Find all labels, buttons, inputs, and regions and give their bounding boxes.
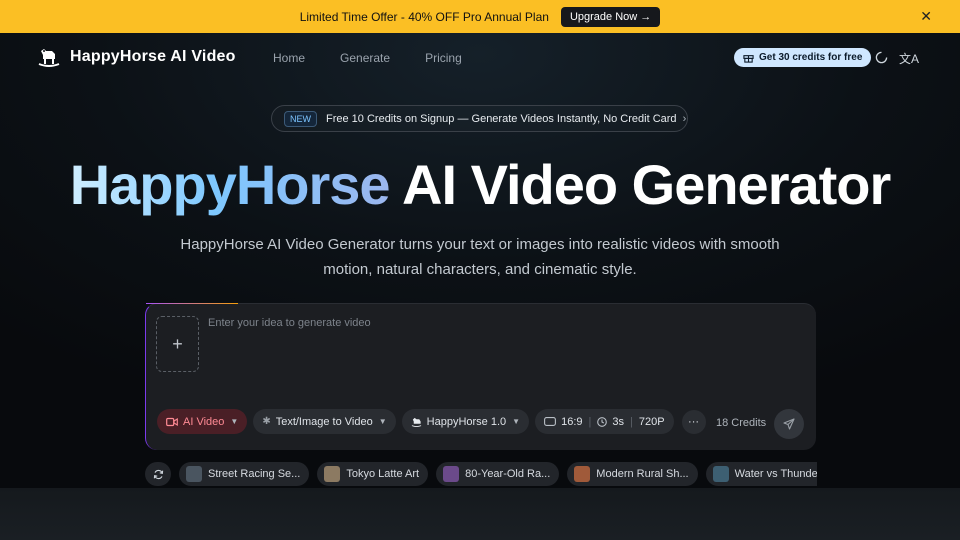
mode-label: AI Video	[183, 415, 225, 428]
new-badge: NEW	[284, 110, 317, 127]
nav-generate[interactable]: Generate	[340, 51, 390, 65]
aspect-ratio-value: 16:9	[561, 415, 583, 428]
title-rest: AI Video Generator	[389, 153, 891, 216]
video-settings-button[interactable]: 16:9 | 3s | 720P	[535, 409, 674, 434]
language-icon[interactable]: 文A	[899, 50, 919, 67]
prompt-composer: + AI Video ▼ ✱ Text/Image to Video ▼ Hap…	[145, 303, 816, 450]
sample-thumbnail	[324, 466, 341, 482]
sample-label: Street Racing Se...	[208, 468, 301, 480]
sparkle-icon: ✱	[262, 416, 271, 427]
page-title: HappyHorse AI Video Generator	[0, 152, 960, 217]
top-nav: HappyHorse AI Video Home Generate Pricin…	[0, 33, 960, 83]
chevron-right-icon: ›	[682, 112, 687, 125]
sample-label: Water vs Thunde...	[734, 468, 817, 480]
sample-chip[interactable]: Modern Rural Sh...	[567, 462, 698, 486]
brand[interactable]: HappyHorse AI Video	[37, 45, 236, 69]
video-camera-icon	[166, 417, 178, 426]
sample-chip[interactable]: 80-Year-Old Ra...	[436, 462, 560, 486]
upgrade-now-button[interactable]: Upgrade Now →	[560, 6, 661, 27]
credit-cost: 18 Credits	[716, 417, 767, 429]
sample-label: 80-Year-Old Ra...	[465, 468, 551, 480]
model-label: HappyHorse 1.0	[426, 415, 507, 428]
hero-subtitle: HappyHorse AI Video Generator turns your…	[180, 236, 780, 278]
generation-type-select[interactable]: ✱ Text/Image to Video ▼	[253, 409, 396, 434]
more-options-button[interactable]: ···	[681, 409, 706, 434]
sample-thumbnail	[574, 466, 591, 482]
sample-thumbnail	[712, 466, 729, 482]
promo-banner: Limited Time Offer - 40% OFF Pro Annual …	[0, 0, 960, 33]
duration-value: 3s	[612, 415, 624, 428]
model-select[interactable]: HappyHorse 1.0 ▼	[401, 409, 530, 434]
theme-toggle-icon[interactable]	[875, 51, 888, 64]
title-highlight: HappyHorse	[69, 153, 391, 216]
mode-select[interactable]: AI Video ▼	[157, 409, 248, 434]
sample-chip[interactable]: Street Racing Se...	[179, 462, 310, 486]
chevron-down-icon: ▼	[378, 417, 387, 426]
generation-type-label: Text/Image to Video	[275, 415, 373, 428]
clock-icon	[597, 416, 608, 427]
brand-name: HappyHorse AI Video	[70, 48, 236, 65]
sample-thumbnail	[443, 466, 460, 482]
composer-toolbar: AI Video ▼ ✱ Text/Image to Video ▼ Happy…	[157, 409, 706, 434]
more-icon: ···	[688, 415, 700, 428]
promo-text: Limited Time Offer - 40% OFF Pro Annual …	[299, 9, 549, 24]
sample-thumbnail	[186, 466, 202, 482]
main-menu: Home Generate Pricing	[273, 51, 497, 65]
refresh-icon	[153, 469, 163, 479]
credits-pill-label: Get 30 credits for free	[759, 52, 863, 63]
horse-icon	[411, 417, 421, 427]
announcement-text: Free 10 Credits on Signup — Generate Vid…	[326, 112, 677, 125]
chevron-down-icon: ▼	[512, 417, 521, 426]
composer-glow	[146, 303, 238, 304]
image-upload-button[interactable]: +	[156, 316, 199, 372]
gift-icon	[743, 55, 754, 63]
sample-label: Modern Rural Sh...	[596, 468, 689, 480]
send-icon	[783, 418, 795, 430]
close-icon[interactable]: ✕	[920, 8, 932, 25]
bottom-section-background	[0, 488, 960, 540]
resolution-value: 720P	[638, 415, 665, 428]
sample-chip[interactable]: Tokyo Latte Art	[317, 462, 429, 486]
aspect-ratio-icon	[544, 417, 557, 426]
divider: |	[629, 415, 633, 428]
announcement-pill[interactable]: NEW Free 10 Credits on Signup — Generate…	[271, 105, 688, 132]
nav-pricing[interactable]: Pricing	[425, 51, 462, 65]
sample-prompts: Street Racing Se... Tokyo Latte Art 80-Y…	[145, 462, 817, 486]
refresh-samples-button[interactable]	[145, 462, 171, 486]
chevron-down-icon: ▼	[230, 417, 239, 426]
get-free-credits-button[interactable]: Get 30 credits for free	[734, 48, 872, 67]
prompt-input[interactable]	[208, 317, 798, 329]
rocking-horse-logo-icon	[38, 49, 60, 67]
sample-chip[interactable]: Water vs Thunde...	[705, 462, 817, 486]
nav-home[interactable]: Home	[273, 51, 305, 65]
generate-button[interactable]	[774, 409, 804, 439]
divider: |	[588, 415, 592, 428]
sample-label: Tokyo Latte Art	[346, 468, 420, 480]
plus-icon: +	[172, 333, 183, 354]
